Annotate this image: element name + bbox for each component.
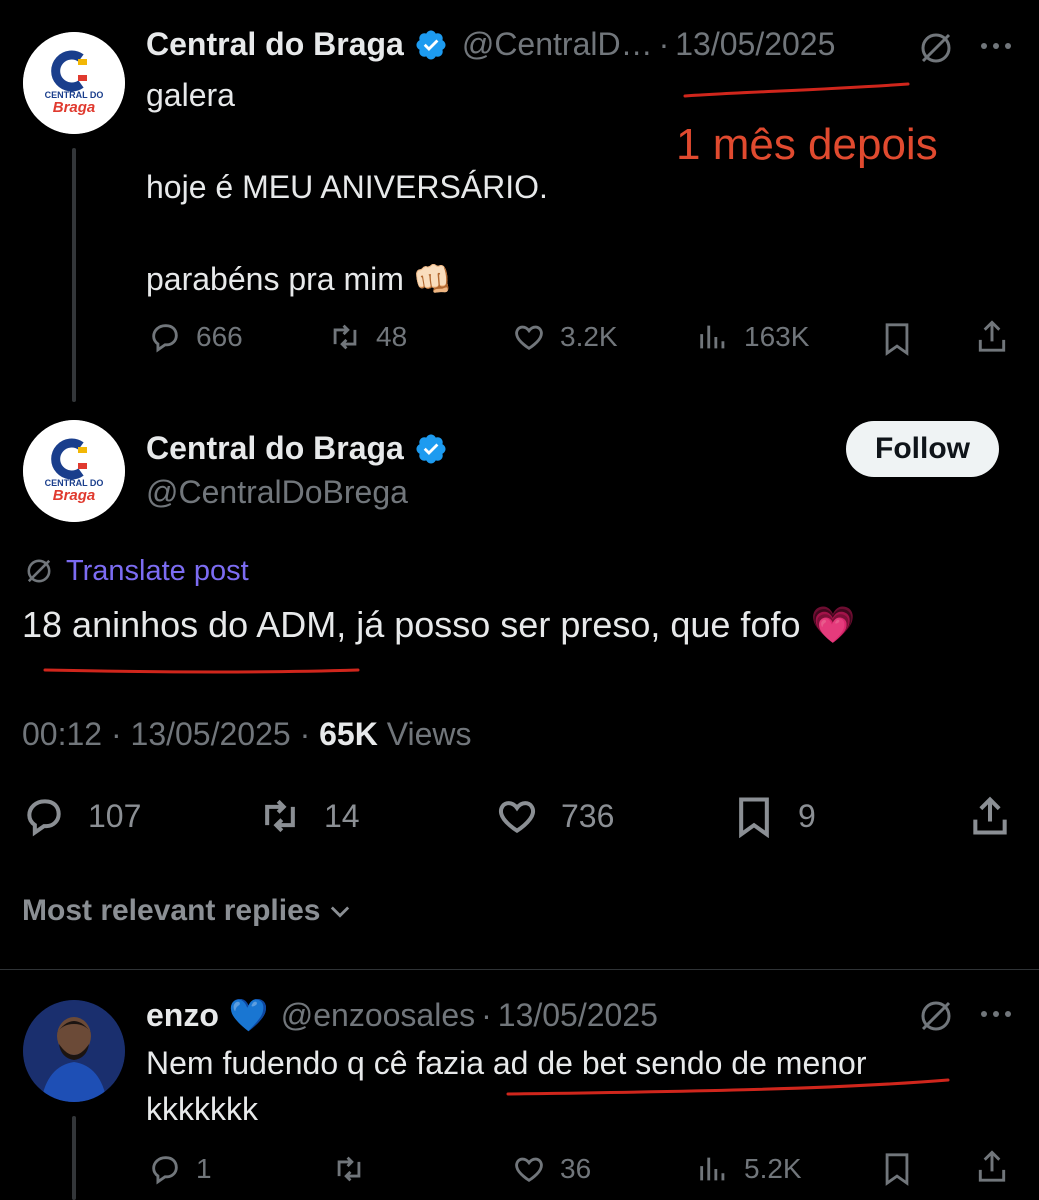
main-reply-action[interactable]: 107 (22, 794, 141, 838)
views-bars-icon (700, 325, 725, 349)
main-post-views-label: Views (386, 716, 472, 752)
main-post-time: 00:12 (22, 716, 103, 752)
replies-filter-label: Most relevant replies (22, 894, 321, 927)
chevron-down-icon (331, 906, 350, 918)
replies-filter-dropdown[interactable]: Most relevant replies (22, 894, 354, 928)
quoted-reply-action[interactable]: 666 (148, 320, 243, 354)
reply-header: enzo 💙 @enzoosales · 13/05/2025 (146, 996, 658, 1034)
reply-author-name[interactable]: enzo (146, 997, 219, 1034)
reply-like-count: 36 (560, 1153, 592, 1184)
translate-globe-icon[interactable] (916, 28, 956, 68)
main-like-count: 736 (561, 797, 615, 834)
verified-badge-icon (416, 433, 446, 464)
quoted-post-header: Central do Braga @CentralD… · 13/05/2025 (146, 26, 835, 63)
more-dots-icon[interactable] (976, 36, 1016, 56)
thread-line-bottom (72, 1116, 76, 1200)
main-post-date: 13/05/2025 (130, 716, 291, 752)
share-icon[interactable] (968, 794, 1012, 838)
translate-post-link[interactable]: Translate post (22, 554, 249, 588)
heart-icon (498, 801, 536, 834)
quoted-post-date[interactable]: 13/05/2025 (675, 26, 835, 63)
reply-views-action[interactable]: 5.2K (696, 1152, 802, 1186)
reply-reply-action[interactable]: 1 (148, 1152, 212, 1186)
quoted-like-count: 3.2K (560, 321, 618, 352)
quoted-author-handle[interactable]: @CentralD… (462, 26, 653, 63)
bookmark-icon (739, 797, 769, 838)
quoted-reply-count: 666 (196, 321, 243, 352)
reply-author-avatar[interactable] (23, 1000, 125, 1102)
main-author-handle[interactable]: @CentralDoBrega (146, 474, 408, 511)
reply-like-action[interactable]: 36 (512, 1152, 591, 1186)
bookmark-icon[interactable] (880, 1150, 914, 1188)
replies-divider (0, 969, 1039, 970)
reply-date[interactable]: 13/05/2025 (498, 997, 658, 1034)
reply-views-count: 5.2K (744, 1153, 802, 1184)
heart-icon (515, 325, 543, 350)
repost-icon (333, 324, 357, 350)
main-author-name[interactable]: Central do Braga (146, 430, 404, 467)
quoted-views-action[interactable]: 163K (696, 320, 809, 354)
repost-icon (265, 799, 295, 833)
body-underline-annotation (43, 668, 360, 674)
quoted-author-name[interactable]: Central do Braga (146, 26, 404, 63)
translate-globe-icon[interactable] (916, 996, 956, 1036)
quoted-repost-count: 48 (376, 321, 408, 352)
heart-icon (515, 1157, 543, 1182)
translate-post-label: Translate post (66, 554, 249, 587)
reply-author-handle[interactable]: @enzoosales (281, 997, 475, 1034)
share-icon[interactable] (974, 318, 1010, 356)
svg-text:Braga: Braga (53, 99, 96, 116)
main-repost-count: 14 (324, 797, 360, 834)
bookmark-icon[interactable] (880, 320, 914, 358)
main-post-header: Central do Braga (146, 430, 448, 467)
thread-line-top (72, 148, 76, 402)
verified-badge-icon (416, 29, 446, 60)
main-bookmark-count: 9 (798, 797, 816, 834)
main-repost-action[interactable]: 14 (258, 794, 360, 838)
reply-author-emoji: 💙 (228, 997, 269, 1033)
more-dots-icon[interactable] (976, 1004, 1016, 1024)
main-bookmark-action[interactable]: 9 (732, 794, 816, 838)
main-reply-count: 107 (88, 797, 142, 834)
main-author-avatar[interactable]: CENTRAL DO Braga (23, 420, 125, 522)
main-like-action[interactable]: 736 (495, 794, 614, 838)
reply-bubble-icon (27, 799, 61, 837)
repost-icon (337, 1156, 361, 1182)
follow-button[interactable]: Follow (846, 421, 999, 477)
header-separator: · (658, 26, 670, 62)
quoted-views-count: 163K (744, 321, 810, 352)
views-bars-icon (700, 1157, 725, 1181)
quoted-like-action[interactable]: 3.2K (512, 320, 618, 354)
main-post-body: 18 aninhos do ADM, já posso ser preso, q… (22, 604, 856, 645)
reply-repost-action[interactable] (332, 1152, 380, 1186)
quoted-author-avatar[interactable]: CENTRAL DO Braga (23, 32, 125, 134)
reply-underline-annotation (506, 1078, 950, 1096)
quoted-repost-action[interactable]: 48 (328, 320, 407, 354)
share-icon[interactable] (974, 1148, 1010, 1186)
reply-bubble-icon (152, 1156, 178, 1185)
reply-bubble-icon (152, 324, 178, 353)
translate-globe-icon (27, 559, 51, 583)
main-post-views-count: 65K (319, 716, 378, 752)
reply-reply-count: 1 (196, 1153, 212, 1184)
main-post-meta: 00:12 · 13/05/2025 · 65K Views (22, 716, 472, 752)
quoted-post-body: galera hoje é MEU ANIVERSÁRIO. parabéns … (146, 77, 548, 297)
svg-text:Braga: Braga (53, 487, 96, 504)
